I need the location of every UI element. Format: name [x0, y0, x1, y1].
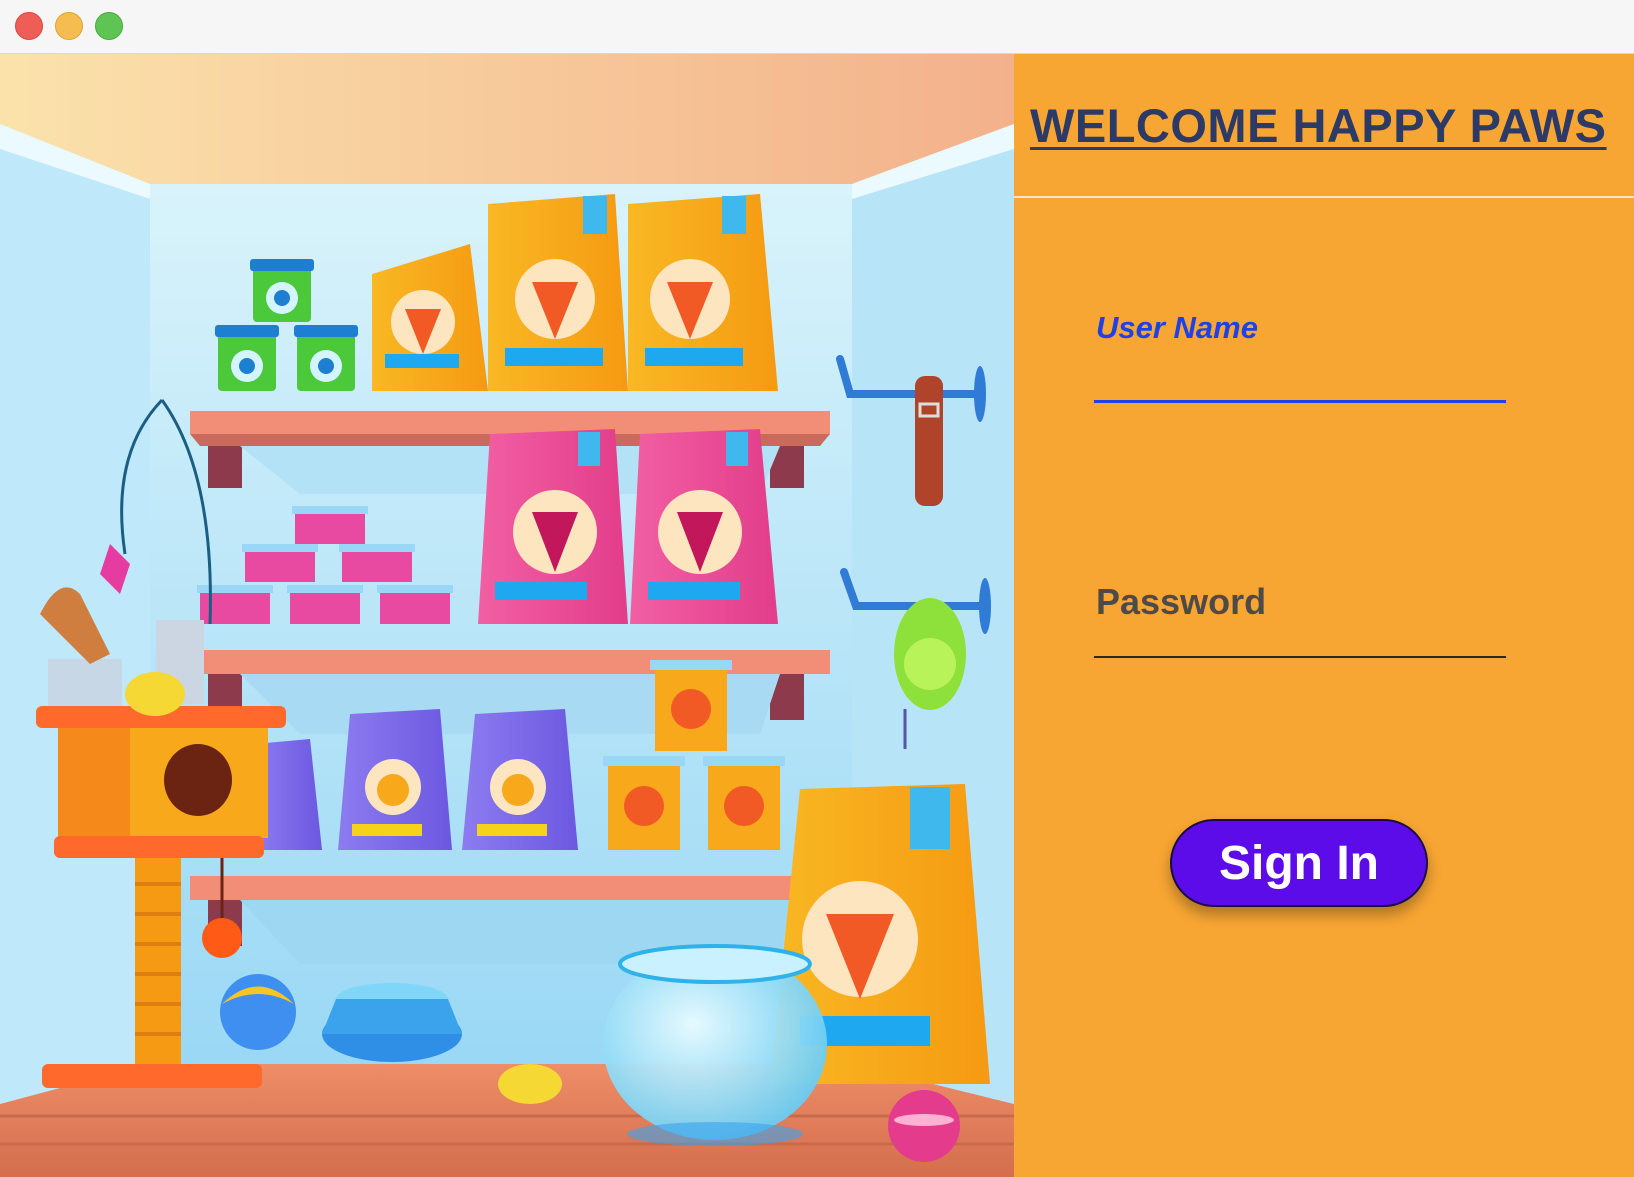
password-label: Password: [1096, 581, 1267, 622]
title-bar: [0, 0, 1634, 54]
username-input[interactable]: [1094, 354, 1506, 403]
login-panel: WELCOME HAPPY PAWS User Name Password Si…: [1014, 54, 1634, 1177]
pet-shop-illustration: [0, 54, 1014, 1177]
ceiling: [0, 54, 1014, 184]
username-label: User Name: [1096, 310, 1258, 345]
sign-in-button[interactable]: Sign In: [1170, 819, 1428, 907]
app-window: WELCOME HAPPY PAWS User Name Password Si…: [0, 0, 1634, 1177]
minimize-window-button[interactable]: [55, 12, 83, 40]
password-input[interactable]: [1094, 624, 1506, 658]
title-divider: [1014, 196, 1634, 198]
dog-collar: [915, 376, 943, 506]
zoom-window-button[interactable]: [95, 12, 123, 40]
welcome-title: WELCOME HAPPY PAWS: [1030, 99, 1607, 152]
toy-mouse: [125, 672, 185, 716]
close-window-button[interactable]: [15, 12, 43, 40]
